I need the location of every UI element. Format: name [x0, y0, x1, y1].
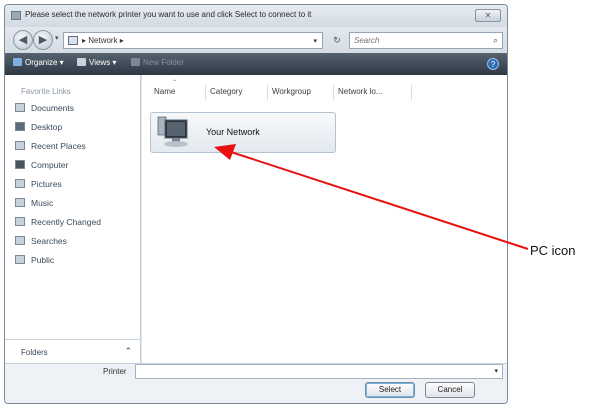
- nav-item-label: Computer: [31, 160, 69, 170]
- nav-item-label: Desktop: [31, 122, 63, 132]
- navigation-pane: Favorite Links Documents Desktop Recent …: [5, 75, 141, 363]
- new-folder-label: New Folder: [143, 58, 184, 67]
- pictures-icon: [15, 179, 25, 188]
- address-bar: ◀ ▶ ▾ ▸ Network ▸ ▾ ↻ ⌕: [5, 27, 507, 53]
- command-toolbar: Organize ▾ Views ▾ New Folder ?: [5, 53, 507, 75]
- nav-item-searches[interactable]: Searches: [15, 236, 101, 255]
- column-headers: Name ⌃ Category Workgroup Network lo...: [142, 80, 442, 100]
- folders-toggle[interactable]: Folders ⌃: [5, 339, 140, 363]
- public-icon: [15, 255, 25, 264]
- select-printer-dialog: Please select the network printer you wa…: [4, 4, 508, 404]
- pc-icon: [157, 116, 188, 147]
- window-title: Please select the network printer you wa…: [25, 10, 312, 19]
- column-header-workgroup[interactable]: Workgroup: [268, 85, 334, 100]
- refresh-button[interactable]: ↻: [329, 33, 345, 48]
- nav-item-recent-places[interactable]: Recent Places: [15, 141, 101, 160]
- new-folder-icon: [131, 58, 140, 66]
- printer-label: Printer: [103, 367, 127, 376]
- recent-places-icon: [15, 141, 25, 150]
- search-icon[interactable]: ⌕: [493, 35, 498, 46]
- nav-item-pictures[interactable]: Pictures: [15, 179, 101, 198]
- printer-app-icon: [11, 11, 21, 20]
- desktop-icon: [15, 122, 25, 131]
- breadcrumb[interactable]: ▸ Network ▸: [82, 36, 124, 45]
- address-field[interactable]: ▸ Network ▸ ▾: [63, 32, 323, 49]
- network-icon: [68, 36, 78, 45]
- printer-dropdown-icon[interactable]: ▾: [494, 367, 498, 375]
- search-input[interactable]: [354, 34, 480, 47]
- searches-icon: [15, 236, 25, 245]
- views-label: Views ▾: [89, 58, 117, 67]
- computer-icon: [15, 160, 25, 169]
- nav-item-label: Recent Places: [31, 141, 86, 151]
- favorite-links-heading: Favorite Links: [21, 87, 71, 96]
- select-button[interactable]: Select: [365, 382, 415, 398]
- cancel-button[interactable]: Cancel: [425, 382, 475, 398]
- title-bar: Please select the network printer you wa…: [5, 5, 507, 27]
- nav-item-computer[interactable]: Computer: [15, 160, 101, 179]
- close-button[interactable]: ✕: [475, 9, 501, 22]
- search-box[interactable]: ⌕: [349, 32, 503, 49]
- back-button[interactable]: ◀: [13, 30, 33, 50]
- printer-combobox[interactable]: ▾: [135, 364, 503, 379]
- nav-item-label: Documents: [31, 103, 74, 113]
- file-list-pane: Name ⌃ Category Workgroup Network lo... …: [142, 75, 507, 363]
- nav-item-music[interactable]: Music: [15, 198, 101, 217]
- forward-button[interactable]: ▶: [33, 30, 53, 50]
- recently-changed-icon: [15, 217, 25, 226]
- new-folder-button[interactable]: New Folder: [131, 58, 184, 67]
- organize-icon: [13, 58, 22, 66]
- organize-label: Organize ▾: [25, 58, 64, 67]
- nav-item-desktop[interactable]: Desktop: [15, 122, 101, 141]
- column-header-name[interactable]: Name: [150, 85, 206, 100]
- help-icon[interactable]: ?: [487, 58, 499, 70]
- nav-item-public[interactable]: Public: [15, 255, 101, 274]
- documents-icon: [15, 103, 25, 112]
- sort-ascending-icon: ⌃: [172, 80, 178, 86]
- network-item-label: Your Network: [206, 127, 260, 137]
- pc-icon-callout: PC icon: [530, 243, 576, 258]
- column-header-network-location[interactable]: Network lo...: [334, 85, 412, 100]
- network-item-tile[interactable]: Your Network: [150, 112, 336, 153]
- views-icon: [77, 58, 86, 66]
- address-dropdown-icon[interactable]: ▾: [313, 37, 317, 45]
- nav-item-label: Music: [31, 198, 54, 208]
- column-header-category[interactable]: Category: [206, 85, 268, 100]
- nav-item-label: Public: [31, 255, 55, 265]
- nav-item-label: Pictures: [31, 179, 62, 189]
- nav-item-label: Searches: [31, 236, 67, 246]
- views-menu[interactable]: Views ▾: [77, 58, 116, 67]
- chevron-up-icon[interactable]: ⌃: [124, 346, 132, 357]
- music-icon: [15, 198, 25, 207]
- nav-item-documents[interactable]: Documents: [15, 103, 101, 122]
- printer-input[interactable]: [139, 366, 479, 377]
- organize-menu[interactable]: Organize ▾: [13, 58, 64, 67]
- nav-item-label: Recently Changed: [31, 217, 101, 227]
- recent-pages-dropdown-icon[interactable]: ▾: [55, 34, 59, 42]
- nav-item-recently-changed[interactable]: Recently Changed: [15, 217, 101, 236]
- favorite-links-list: Documents Desktop Recent Places Computer…: [15, 103, 101, 274]
- folders-label: Folders: [21, 348, 48, 357]
- dialog-footer: Printer ▾ Select Cancel: [5, 363, 507, 403]
